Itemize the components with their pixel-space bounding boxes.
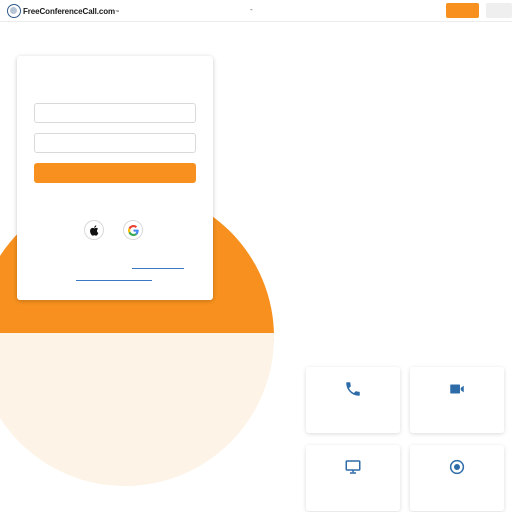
sign-in-button[interactable] (34, 163, 196, 183)
feature-tile-recording[interactable] (410, 445, 504, 511)
signup-link[interactable] (132, 268, 184, 269)
google-icon (127, 224, 139, 236)
record-icon (449, 459, 465, 475)
feature-tile-screen-share[interactable] (306, 445, 400, 511)
feature-tile-phone[interactable] (306, 367, 400, 433)
email-field[interactable] (34, 103, 196, 123)
header-center-glyph: - (250, 5, 253, 14)
monitor-icon (345, 460, 361, 474)
apple-signin-button[interactable] (84, 220, 104, 240)
logo-text: FreeConferenceCall.com (23, 6, 116, 16)
video-icon (450, 384, 464, 394)
top-header: FreeConferenceCall.com ™ - (0, 0, 512, 22)
header-secondary-button[interactable] (486, 3, 512, 18)
login-card (17, 56, 213, 300)
password-field[interactable] (34, 133, 196, 153)
forgot-password-link[interactable] (76, 280, 152, 281)
logo-mark-icon (7, 4, 21, 18)
logo-trademark: ™ (115, 8, 120, 14)
logo[interactable]: FreeConferenceCall.com ™ (7, 3, 119, 19)
google-signin-button[interactable] (123, 220, 143, 240)
apple-icon (90, 224, 99, 236)
header-primary-button[interactable] (446, 3, 479, 18)
feature-tile-video[interactable] (410, 367, 504, 433)
phone-icon (346, 382, 360, 396)
